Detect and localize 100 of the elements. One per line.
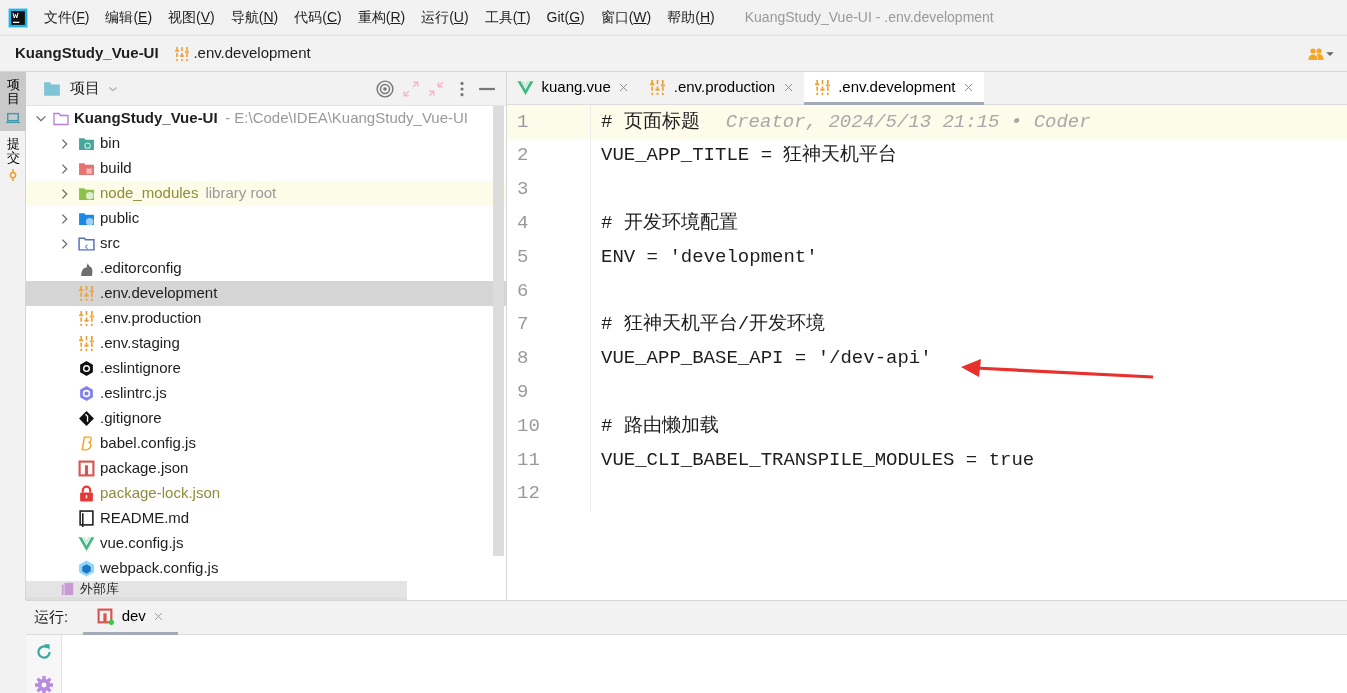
editor-tab[interactable]: .env.development [803, 72, 984, 105]
menu-item[interactable]: 帮助(H) [659, 7, 723, 28]
window-title: KuangStudy_Vue-UI - .env.development [744, 8, 994, 27]
lock-icon [78, 485, 95, 502]
code-line: VUE_APP_TITLE = 狂神天机平台 [601, 143, 898, 169]
project-path: - E:\Code\IDEA\KuangStudy_Vue-UI [225, 108, 469, 129]
tree-item[interactable]: .env.staging [26, 331, 506, 356]
menu-item[interactable]: 代码(C) [286, 7, 350, 28]
tree-item[interactable]: README.md [26, 506, 506, 531]
code-line: VUE_APP_BASE_API = '/dev-api' [601, 346, 932, 372]
menu-item[interactable]: 窗口(W) [592, 7, 660, 28]
tree-item[interactable]: package-lock.json [26, 481, 506, 506]
code-line: # 路由懒加载 [601, 413, 719, 439]
line-number: 4 [517, 211, 529, 237]
tree-item[interactable]: .env.development [26, 281, 506, 306]
tree-item[interactable]: .gitignore [26, 406, 506, 431]
run-tab[interactable]: dev [83, 600, 179, 635]
vue-icon [517, 78, 534, 96]
tree-item[interactable]: .editorconfig [26, 256, 506, 281]
code-line: # 狂神天机平台/开发环境 [601, 312, 826, 338]
tree-item[interactable]: package.json [26, 456, 506, 481]
editor-tab[interactable]: kuang.vue [507, 72, 640, 105]
tree-item[interactable]: .eslintignore [26, 356, 506, 381]
close-icon[interactable] [963, 81, 974, 93]
sliders-icon [649, 78, 667, 96]
code-line: VUE_CLI_BABEL_TRANSPILE_MODULES = true [601, 447, 1035, 473]
folder-icon [78, 210, 95, 227]
line-number: 10 [517, 413, 540, 439]
sliders-icon [813, 78, 831, 96]
tree-item[interactable]: vue.config.js [26, 531, 506, 556]
tree-item[interactable]: src [26, 231, 506, 256]
collaboration-button[interactable] [1307, 45, 1335, 62]
sliders-icon [78, 285, 95, 302]
close-icon[interactable] [782, 81, 794, 93]
letter-b-icon [78, 435, 95, 452]
sliders-icon [78, 335, 95, 352]
scrollbar[interactable] [493, 106, 504, 556]
tree-item[interactable]: node_modules library root [26, 181, 506, 206]
tree-item[interactable]: public [26, 206, 506, 231]
line-number: 12 [517, 481, 540, 507]
line-number: 7 [517, 312, 529, 338]
tree-item[interactable]: bin [26, 131, 506, 156]
menu-item[interactable]: 视图(V) [160, 7, 223, 28]
menu-item[interactable]: 编辑(E) [97, 7, 161, 28]
line-number: 8 [517, 346, 529, 372]
tree-item[interactable]: webpack.config.js [26, 556, 506, 581]
breadcrumb-file[interactable]: .env.development [173, 42, 311, 65]
run-label: 运行: [34, 607, 69, 628]
rerun-icon[interactable] [34, 642, 53, 661]
tool-window-button[interactable]: 提交 [0, 130, 26, 188]
folder-icon [78, 135, 95, 152]
line-number: 1 [517, 109, 529, 135]
line-number: 2 [517, 143, 529, 169]
code-line: ENV = 'development' [601, 244, 818, 270]
run-config-icon [97, 607, 115, 625]
menu-item[interactable]: 重构(R) [349, 7, 414, 28]
folder-icon [78, 185, 95, 202]
project-name[interactable]: KuangStudy_Vue-UI [74, 107, 218, 130]
folder-icon [78, 235, 95, 252]
code-line: # 页面标题 [601, 109, 700, 135]
blame-annotation: Creator, 2024/5/13 21:15 • Coder [725, 109, 1091, 135]
tree-item[interactable]: .eslintrc.js [26, 381, 506, 406]
breadcrumb-project[interactable]: KuangStudy_Vue-UI [15, 42, 159, 65]
mouse-icon [78, 260, 95, 277]
tree-item[interactable]: 外部库 [26, 581, 407, 597]
target-icon[interactable] [376, 79, 394, 98]
folder-icon [52, 110, 70, 127]
cube-icon [78, 560, 95, 577]
diamond-icon [78, 410, 95, 427]
book-icon [78, 510, 95, 527]
tree-item[interactable]: babel.config.js [26, 431, 506, 456]
editor-tab[interactable]: .env.production [639, 72, 804, 105]
hexagon-icon [78, 385, 95, 402]
close-icon[interactable] [153, 610, 165, 622]
line-number: 11 [517, 447, 540, 473]
tree-item[interactable]: .env.production [26, 306, 506, 331]
library-icon [60, 582, 76, 596]
line-number: 6 [517, 278, 529, 304]
line-number: 3 [517, 177, 529, 203]
close-icon[interactable] [618, 81, 630, 93]
sliders-icon [173, 45, 190, 62]
menu-item[interactable]: Git(G) [538, 7, 593, 28]
folder-icon [42, 79, 62, 98]
line-number: 5 [517, 244, 529, 270]
project-view-selector[interactable]: 项目 [42, 77, 119, 100]
package-icon [78, 460, 95, 477]
code-line: # 开发环境配置 [601, 211, 738, 237]
tool-window-button[interactable]: 项目 [0, 72, 26, 131]
line-number: 9 [517, 380, 529, 405]
menu-item[interactable]: 运行(U) [413, 7, 477, 28]
sliders-icon [78, 310, 95, 327]
menu-item[interactable]: 导航(N) [222, 7, 287, 28]
hexagon-icon [78, 360, 95, 377]
menu-item[interactable]: 工具(T) [476, 7, 539, 28]
tree-item[interactable]: build [26, 156, 506, 181]
settings-icon[interactable] [34, 675, 53, 693]
laptop-icon [6, 110, 20, 125]
folder-icon [78, 160, 95, 177]
menu-item[interactable]: 文件(F) [35, 7, 98, 28]
people-icon [1307, 45, 1325, 62]
